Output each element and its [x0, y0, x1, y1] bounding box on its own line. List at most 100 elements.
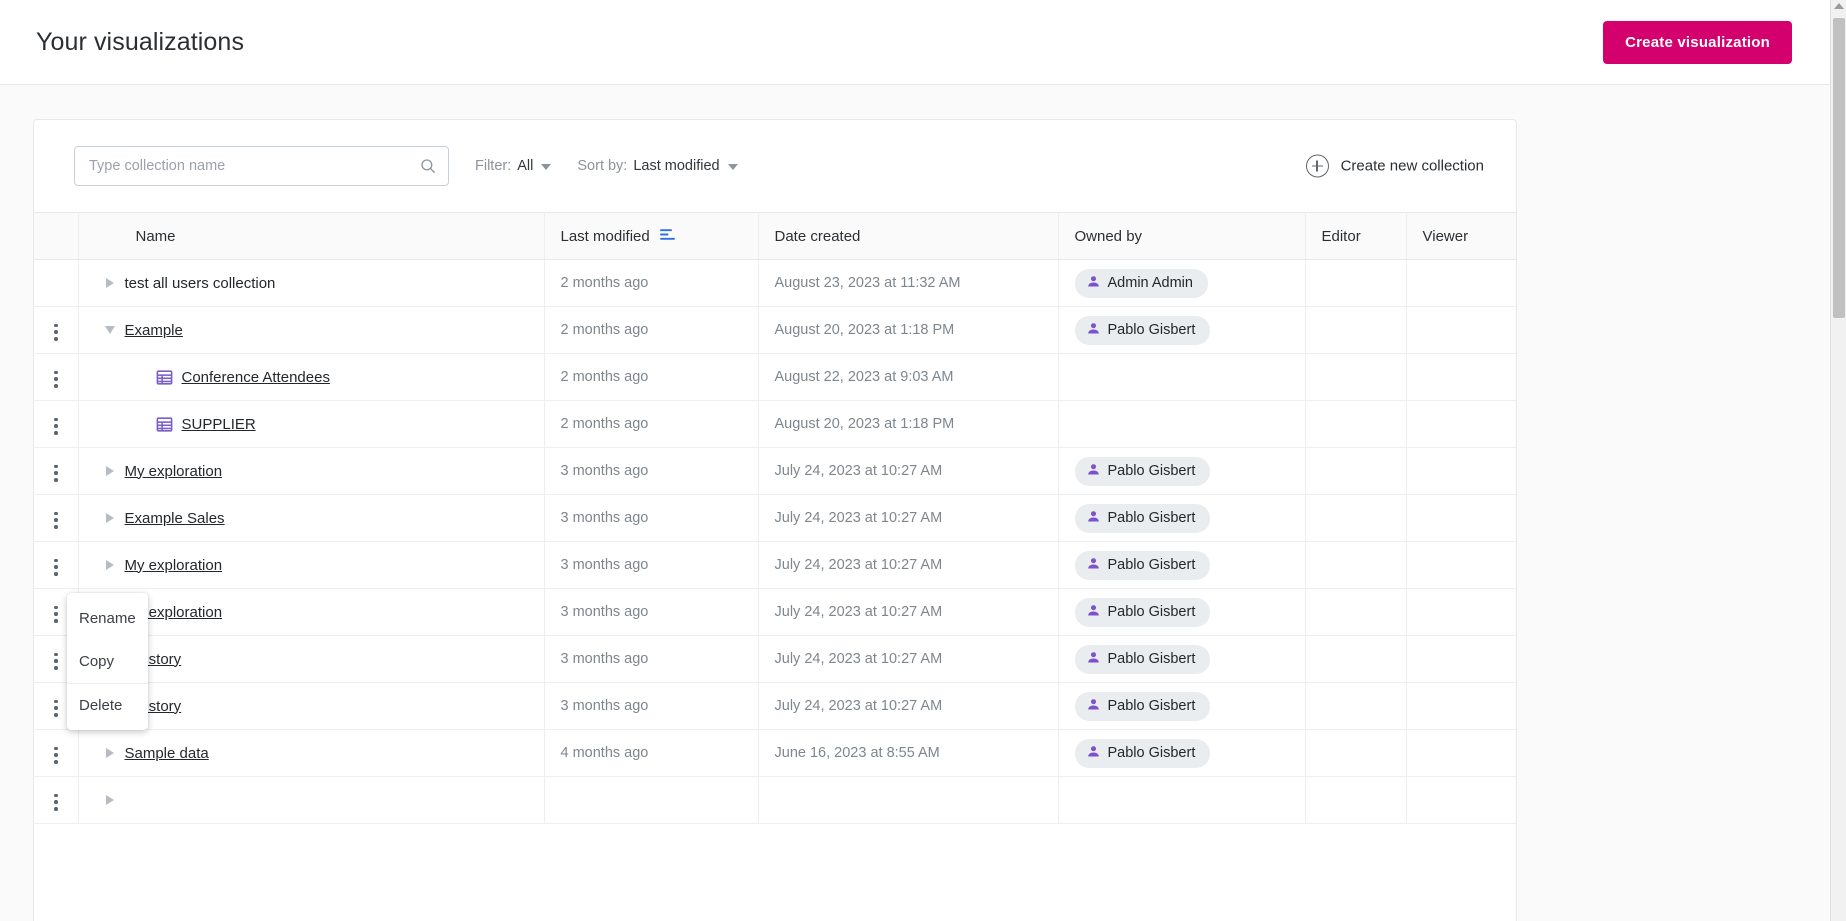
row-name-cell: My exploration — [78, 542, 544, 589]
row-name-cell: SUPPLIER — [78, 401, 544, 448]
row-viewer-cell — [1406, 777, 1516, 824]
expand-row-icon[interactable] — [95, 466, 125, 476]
owner-name-label: Pablo Gisbert — [1108, 604, 1196, 620]
row-editor-cell — [1305, 354, 1406, 401]
row-last-modified-cell: 2 months ago — [544, 307, 758, 354]
owner-name-label: Pablo Gisbert — [1108, 557, 1196, 573]
row-name-label[interactable]: My exploration — [125, 463, 223, 480]
sort-dropdown[interactable]: Sort by: Last modified — [577, 158, 737, 174]
search-field[interactable] — [74, 146, 449, 186]
row-date-created-cell: June 16, 2023 at 8:55 AM — [758, 730, 1058, 777]
row-actions-cell[interactable] — [34, 542, 78, 589]
row-viewer-cell — [1406, 354, 1516, 401]
column-header-editor[interactable]: Editor — [1305, 213, 1406, 260]
expand-row-icon[interactable] — [95, 278, 125, 288]
collections-toolbar: Filter: All Sort by: Last modified Creat… — [34, 120, 1516, 212]
row-owner-cell: Pablo Gisbert — [1058, 589, 1305, 636]
row-name-label[interactable]: Sample data — [125, 745, 209, 762]
row-menu-icon[interactable] — [50, 367, 62, 392]
row-last-modified-cell: 2 months ago — [544, 354, 758, 401]
row-date-created-cell: August 23, 2023 at 11:32 AM — [758, 260, 1058, 307]
sort-value: Last modified — [633, 158, 719, 174]
user-icon — [1086, 556, 1101, 575]
context-menu-item-rename[interactable]: Rename — [67, 597, 148, 640]
row-name-label[interactable]: Example — [125, 322, 183, 339]
table-row[interactable]: Sample data 4 months agoJune 16, 2023 at … — [34, 730, 1516, 777]
column-header-last-modified[interactable]: Last modified — [544, 213, 758, 260]
sort-descending-icon[interactable] — [659, 227, 676, 246]
row-name-label[interactable]: Conference Attendees — [182, 369, 330, 386]
scrollbar-thumb[interactable] — [1833, 18, 1845, 318]
column-header-name[interactable]: Name — [78, 213, 544, 260]
row-menu-icon[interactable] — [50, 414, 62, 439]
row-owner-cell — [1058, 354, 1305, 401]
row-actions-cell[interactable] — [34, 730, 78, 777]
row-menu-icon[interactable] — [50, 790, 62, 815]
owner-chip: Pablo Gisbert — [1075, 316, 1211, 345]
row-owner-cell — [1058, 777, 1305, 824]
page-scrollbar[interactable] — [1830, 0, 1846, 921]
filter-dropdown[interactable]: Filter: All — [475, 158, 551, 174]
owner-name-label: Pablo Gisbert — [1108, 698, 1196, 714]
visualizations-page: Your visualizations Create visualization… — [0, 0, 1846, 921]
create-new-collection-button[interactable]: Create new collection — [1306, 155, 1484, 178]
table-row[interactable]: Conference Attendees2 months agoAugust 2… — [34, 354, 1516, 401]
column-header-viewer[interactable]: Viewer — [1406, 213, 1516, 260]
row-actions-cell[interactable] — [34, 401, 78, 448]
row-actions-cell[interactable] — [34, 448, 78, 495]
context-menu-item-copy[interactable]: Copy — [67, 640, 148, 683]
table-row[interactable]: My exploration3 months agoJuly 24, 2023 … — [34, 448, 1516, 495]
row-name-label[interactable]: Example Sales — [125, 510, 225, 527]
row-viewer-cell — [1406, 730, 1516, 777]
row-editor-cell — [1305, 636, 1406, 683]
table-row[interactable]: My story3 months agoJuly 24, 2023 at 10:… — [34, 683, 1516, 730]
row-menu-icon[interactable] — [50, 320, 62, 345]
column-header-owned-by[interactable]: Owned by — [1058, 213, 1305, 260]
row-actions-cell[interactable] — [34, 495, 78, 542]
row-owner-cell: Pablo Gisbert — [1058, 683, 1305, 730]
collapse-row-icon[interactable] — [95, 326, 125, 334]
expand-row-icon[interactable] — [95, 513, 125, 523]
table-row[interactable]: My exploration3 months agoJuly 24, 2023 … — [34, 589, 1516, 636]
table-row[interactable]: My story3 months agoJuly 24, 2023 at 10:… — [34, 636, 1516, 683]
row-name-label[interactable]: SUPPLIER — [182, 416, 256, 433]
row-menu-icon[interactable] — [50, 743, 62, 768]
row-actions-cell[interactable] — [34, 354, 78, 401]
row-last-modified-cell: 4 months ago — [544, 730, 758, 777]
table-row[interactable]: Example2 months agoAugust 20, 2023 at 1:… — [34, 307, 1516, 354]
row-date-created-cell: July 24, 2023 at 10:27 AM — [758, 495, 1058, 542]
row-editor-cell — [1305, 448, 1406, 495]
table-row[interactable] — [34, 777, 1516, 824]
table-row[interactable]: test all users collection2 months agoAug… — [34, 260, 1516, 307]
row-owner-cell — [1058, 401, 1305, 448]
row-menu-icon[interactable] — [50, 696, 62, 721]
table-row[interactable]: My exploration3 months agoJuly 24, 2023 … — [34, 542, 1516, 589]
row-menu-icon[interactable] — [50, 461, 62, 486]
search-input[interactable] — [74, 146, 449, 186]
collections-table: Name Last modified — [34, 212, 1516, 824]
row-context-menu[interactable]: Rename Copy Delete — [67, 593, 148, 730]
page-header: Your visualizations Create visualization — [0, 0, 1830, 85]
row-name-cell: Example — [78, 307, 544, 354]
expand-row-icon[interactable] — [95, 748, 125, 758]
row-actions-cell[interactable] — [34, 777, 78, 824]
row-editor-cell — [1305, 730, 1406, 777]
row-menu-icon[interactable] — [50, 555, 62, 580]
row-menu-icon[interactable] — [50, 602, 62, 627]
context-menu-item-delete[interactable]: Delete — [67, 683, 148, 726]
row-name-label[interactable]: My exploration — [125, 557, 223, 574]
scroll-up-arrow-icon[interactable] — [1834, 3, 1844, 9]
row-menu-icon[interactable] — [50, 649, 62, 674]
expand-row-icon[interactable] — [95, 795, 125, 805]
column-header-date-created[interactable]: Date created — [758, 213, 1058, 260]
expand-row-icon[interactable] — [95, 560, 125, 570]
row-actions-cell[interactable] — [34, 307, 78, 354]
row-last-modified-cell: 3 months ago — [544, 589, 758, 636]
table-row[interactable]: SUPPLIER2 months agoAugust 20, 2023 at 1… — [34, 401, 1516, 448]
create-new-collection-label: Create new collection — [1341, 158, 1484, 175]
row-date-created-cell: July 24, 2023 at 10:27 AM — [758, 589, 1058, 636]
owner-name-label: Pablo Gisbert — [1108, 745, 1196, 761]
table-row[interactable]: Example Sales3 months agoJuly 24, 2023 a… — [34, 495, 1516, 542]
create-visualization-button[interactable]: Create visualization — [1603, 21, 1792, 64]
row-menu-icon[interactable] — [50, 508, 62, 533]
